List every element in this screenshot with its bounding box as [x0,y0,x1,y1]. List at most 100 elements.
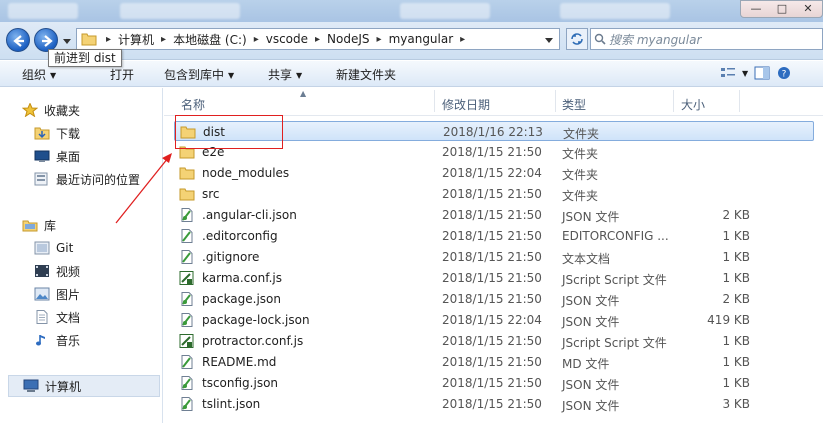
navigation-pane: 收藏夹 下载 桌面 最近访问的位置 库 Git 视频 图片 文档 音乐 计算机 [0,88,163,423]
chevron-down-icon: ▼ [296,71,303,80]
column-header-date[interactable]: 修改日期 [442,96,490,113]
sort-ascending-icon: ▲ [300,89,307,98]
close-button[interactable]: ✕ [795,1,821,17]
column-divider[interactable] [555,90,556,112]
file-row[interactable]: package-lock.json 2018/1/15 22:04 JSON 文件 4… [174,310,814,330]
search-placeholder: 搜索 myangular [609,32,702,47]
column-header-type[interactable]: 类型 [562,96,586,113]
refresh-button[interactable] [566,28,588,50]
open-button[interactable]: 打开 [110,66,134,83]
blurred-tab [560,3,670,19]
arrow-right-icon [42,35,53,47]
arrow-left-icon [13,35,24,47]
file-modified-date: 2018/1/15 21:50 [442,187,542,201]
new-folder-button[interactable]: 新建文件夹 [336,66,396,83]
chevron-right-icon[interactable]: ▸ [101,34,116,45]
column-divider[interactable] [434,90,435,112]
blurred-tab [120,3,240,19]
file-name: karma.conf.js [202,271,282,285]
file-size: 1 KB [722,271,750,285]
column-divider[interactable] [739,90,740,112]
maximize-button[interactable]: □ [769,1,795,17]
file-row[interactable]: tsconfig.json 2018/1/15 21:50 JSON 文件 1 KB [174,373,814,393]
sidebar-item-recent-places[interactable]: 最近访问的位置 [34,169,140,189]
file-icon [181,229,193,243]
downloads-folder-icon [34,127,50,140]
file-row[interactable]: .gitignore 2018/1/15 21:50 文本文档 1 KB [174,247,814,267]
sidebar-item-music[interactable]: 音乐 [34,330,80,350]
sidebar-item-pictures[interactable]: 图片 [34,284,80,304]
json-file-icon [181,292,193,306]
json-file-icon [181,376,193,390]
recent-pages-dropdown-icon[interactable] [63,37,71,45]
file-row[interactable]: .angular-cli.json 2018/1/15 21:50 JSON 文件 2… [174,205,814,225]
file-size: 1 KB [722,229,750,243]
file-name: protractor.conf.js [202,334,304,348]
sidebar-label: Git [56,241,74,255]
address-bar[interactable]: ▸ 计算机 ▸ 本地磁盘 (C:) ▸ vscode ▸ NodeJS ▸ my… [76,28,560,50]
file-row[interactable]: karma.conf.js 2018/1/15 21:50 JScript Scri… [174,268,814,288]
file-modified-date: 2018/1/15 22:04 [442,166,542,180]
file-modified-date: 2018/1/15 21:50 [442,355,542,369]
sidebar-item-downloads[interactable]: 下载 [34,123,80,143]
chevron-right-icon[interactable]: ▸ [310,34,325,45]
chevron-right-icon[interactable]: ▸ [372,34,387,45]
file-name: src [202,187,220,201]
chevron-right-icon[interactable]: ▸ [156,34,171,45]
file-row[interactable]: package.json 2018/1/15 21:50 JSON 文件 2 KB [174,289,814,309]
file-type: MD 文件 [562,357,610,371]
chevron-down-icon[interactable]: ▼ [742,69,748,78]
organize-menu[interactable]: 组织 ▼ [22,66,56,83]
file-type: EDITORCONFIG ... [562,229,669,243]
file-row[interactable]: node_modules 2018/1/15 22:04 文件夹 [174,163,814,183]
chevron-right-icon[interactable]: ▸ [249,34,264,45]
sidebar-item-computer[interactable]: 计算机 [8,375,160,397]
file-row[interactable]: protractor.conf.js 2018/1/15 21:50 JScript… [174,331,814,351]
view-options-icon[interactable] [720,66,736,80]
sidebar-label: 计算机 [45,379,82,394]
include-in-library-menu[interactable]: 包含到库中 ▼ [164,66,234,83]
sidebar-item-videos[interactable]: 视频 [34,261,80,281]
breadcrumb-nodejs[interactable]: NodeJS [325,32,371,46]
chevron-down-icon: ▼ [228,71,235,80]
minimize-button[interactable]: — [743,1,769,17]
breadcrumb-local-disk[interactable]: 本地磁盘 (C:) [171,31,249,48]
sidebar-item-favorites[interactable]: 收藏夹 [22,100,80,120]
annotation-highlight-box [175,115,283,149]
file-row[interactable]: .editorconfig 2018/1/15 21:50 EDITORCONFIG… [174,226,814,246]
sidebar-item-documents[interactable]: 文档 [34,307,80,327]
file-row[interactable]: tslint.json 2018/1/15 21:50 JSON 文件 3 KB [174,394,814,414]
column-headers: ▲ 名称 修改日期 类型 大小 [164,88,823,116]
pictures-icon [34,287,50,301]
sidebar-item-libraries[interactable]: 库 [22,215,56,235]
file-row[interactable]: src 2018/1/15 21:50 文件夹 [174,184,814,204]
blurred-tab [400,3,490,19]
file-row[interactable]: README.md 2018/1/15 21:50 MD 文件 1 KB [174,352,814,372]
file-modified-date: 2018/1/15 21:50 [442,250,542,264]
file-size: 419 KB [707,313,750,327]
desktop-icon [34,150,50,162]
help-icon[interactable]: ? [776,66,792,80]
column-header-size[interactable]: 大小 [681,96,705,113]
sidebar-label: 音乐 [56,333,81,348]
share-menu[interactable]: 共享 ▼ [268,66,302,83]
file-modified-date: 2018/1/15 21:50 [442,208,542,222]
sidebar-item-git[interactable]: Git [34,238,73,258]
file-type: 文本文档 [562,252,611,266]
column-divider[interactable] [673,90,674,112]
js-file-icon [179,334,194,348]
blurred-tab [8,3,78,19]
title-bar: — □ ✕ [0,0,823,22]
file-type: JScript Script 文件 [562,336,667,350]
address-dropdown-icon[interactable] [545,36,553,44]
breadcrumb-myangular[interactable]: myangular [387,32,456,46]
preview-pane-icon[interactable] [754,66,770,80]
sidebar-item-desktop[interactable]: 桌面 [34,146,80,166]
search-input[interactable]: 搜索 myangular [590,28,823,50]
column-header-name[interactable]: 名称 [181,96,205,113]
breadcrumb-computer[interactable]: 计算机 [116,31,156,48]
breadcrumb-vscode[interactable]: vscode [264,32,310,46]
chevron-right-icon[interactable]: ▸ [455,34,470,45]
back-button[interactable] [6,28,30,52]
sidebar-label: 文档 [56,310,81,325]
